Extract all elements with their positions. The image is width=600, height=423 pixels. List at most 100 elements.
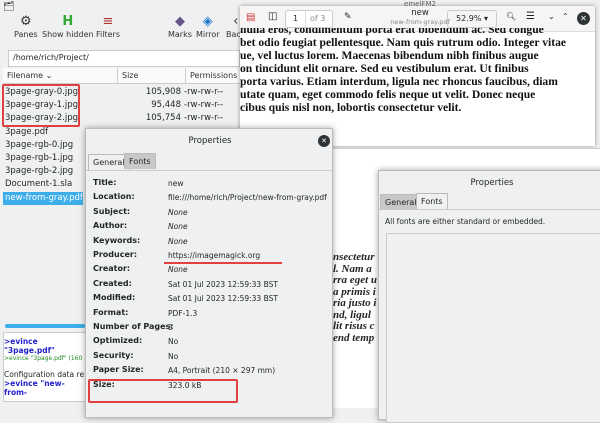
- progress-bar: [5, 324, 85, 328]
- file-name: 3page-rgb-0.jpg: [5, 139, 74, 150]
- property-value: 3: [168, 323, 173, 332]
- dialog-title: Properties: [188, 136, 232, 146]
- mirror-button[interactable]: ◈ Mirror: [196, 14, 220, 39]
- property-label: Created:: [93, 278, 132, 288]
- text-line: nulla eros, condimentum porta erat biben…: [240, 28, 544, 36]
- property-value: A4, Portrait (210 × 297 mm): [168, 366, 276, 376]
- property-value: Sat 01 Jul 2023 12:59:33 BST: [168, 279, 278, 289]
- column-size[interactable]: Size: [117, 68, 185, 84]
- panes-icon: ⚙: [19, 14, 32, 29]
- property-value: None: [168, 222, 188, 232]
- file-name: new-from-gray.pdf: [5, 192, 83, 203]
- file-size: 105,754: [145, 113, 181, 124]
- text-line: on tincidunt elit ornare. Sed eu vestibu…: [240, 62, 529, 75]
- file-size: 105,908: [145, 87, 181, 97]
- text-line: lit risus c: [333, 320, 375, 332]
- property-label: Number of Pages:: [93, 322, 174, 331]
- sidebar-toggle-icon[interactable]: ◫: [268, 11, 277, 22]
- text-line: ria justo i: [333, 297, 377, 309]
- marks-icon: ◆: [174, 14, 185, 29]
- property-label: Author:: [93, 221, 128, 231]
- file-row[interactable]: Document-1.sla: [3, 178, 83, 192]
- document-page-text: nulla eros, condimentum porta erat biben…: [240, 28, 595, 114]
- maximize-icon[interactable]: ⌃: [562, 12, 569, 21]
- property-value: None: [168, 236, 188, 246]
- file-size: 95,448: [151, 100, 181, 111]
- property-value: file:///home/rich/Project/new-from-gray.…: [168, 193, 327, 203]
- text-line: bet odio feugiat pellentesque. Nam quis …: [240, 36, 567, 49]
- file-row[interactable]: 3page-rgb-2.jpg: [3, 165, 83, 178]
- document-icon[interactable]: ▤: [246, 12, 255, 23]
- property-label: Paper Size:: [93, 365, 144, 375]
- text-line: ue, vel luctus lorem. Maecenas bibendum …: [240, 49, 539, 62]
- property-value: None: [168, 265, 188, 275]
- annotation-underline: [164, 262, 282, 264]
- close-icon[interactable]: ✕: [577, 12, 590, 25]
- text-line: nsectetur: [333, 251, 375, 263]
- filters-icon: ≡: [102, 14, 114, 29]
- property-value: new: [168, 179, 184, 188]
- column-permissions[interactable]: Permissions: [185, 68, 245, 84]
- file-permissions: -rw-rw-r--: [184, 113, 224, 124]
- file-name: 3page-rgb-2.jpg: [5, 166, 74, 177]
- close-icon[interactable]: ✕: [318, 135, 330, 147]
- property-label: Keywords:: [93, 235, 141, 245]
- mirror-icon: ◈: [202, 14, 213, 29]
- path-input[interactable]: /home/rich/Project/: [8, 50, 240, 67]
- file-permissions: -rw-rw-r--: [184, 87, 224, 97]
- property-value: https://imagemagick.org: [168, 251, 261, 260]
- file-row[interactable]: 3page-rgb-1.jpg: [3, 152, 83, 165]
- file-row[interactable]: 3page.pdf: [3, 125, 83, 139]
- document-viewer-window: ▤ ◫ 1 of 3 ✎ new new-from-gray.pdf 52.9% ▾…: [240, 6, 595, 146]
- panes-button[interactable]: ⚙ Panes: [14, 14, 38, 39]
- tab-fonts[interactable]: Fonts: [124, 153, 156, 169]
- file-name: Document-1.sla: [5, 179, 73, 190]
- app-icon: 🗂: [3, 2, 15, 12]
- file-row[interactable]: new-from-gray.pdf: [3, 191, 83, 205]
- text-line: cibus quis nisl non, lobortis consectetu…: [240, 101, 462, 114]
- page-selector[interactable]: 1 of 3: [285, 10, 333, 28]
- filters-button[interactable]: ≡ Filters: [96, 14, 120, 39]
- show-hidden-icon: H: [62, 14, 74, 29]
- fonts-list[interactable]: [386, 233, 600, 423]
- property-label: Producer:: [93, 250, 138, 259]
- file-row[interactable]: 3page-rgb-0.jpg: [3, 139, 83, 152]
- file-name: 3page.pdf: [5, 126, 49, 137]
- chevron-down-icon: ⌄: [45, 71, 53, 80]
- show-hidden-button[interactable]: H Show hidden: [42, 14, 94, 39]
- zoom-select[interactable]: 52.9% ▾: [447, 10, 497, 28]
- text-line: utate quam, eget commodo felis neque ut …: [240, 88, 536, 101]
- tab-fonts[interactable]: Fonts: [416, 193, 448, 209]
- property-label: Creator:: [93, 264, 131, 274]
- property-value: Sat 01 Jul 2023 12:59:33 BST: [168, 294, 278, 304]
- property-value: No: [168, 351, 179, 361]
- console-output: >evince "3page.pdf" >evince "3page.pdf" …: [3, 332, 87, 402]
- property-label: Security:: [93, 350, 134, 360]
- minimize-icon[interactable]: ⌄: [548, 12, 555, 21]
- property-label: Modified:: [93, 293, 136, 303]
- property-label: Format:: [93, 307, 129, 317]
- property-label: Title:: [93, 178, 117, 187]
- property-label: Subject:: [93, 206, 131, 216]
- fonts-message: All fonts are either standard or embedde…: [385, 217, 546, 226]
- column-filename[interactable]: Filename ⌄: [3, 68, 117, 84]
- property-value: No: [168, 337, 179, 347]
- fonts-properties-dialog: Properties General Fonts All fonts are e…: [378, 170, 600, 423]
- annotation-box-size: [88, 379, 238, 403]
- file-name: 3page-rgb-1.jpg: [5, 153, 74, 163]
- annotate-pencil-icon[interactable]: ✎: [344, 12, 352, 22]
- property-label: Optimized:: [93, 336, 143, 346]
- text-line: porta varius. Etiam interdum, ligula nec…: [240, 75, 558, 88]
- marks-button[interactable]: ◆ Marks: [168, 14, 192, 39]
- annotation-box-files: [2, 84, 80, 127]
- back-icon: ‹: [233, 14, 239, 29]
- file-permissions: -rw-rw-r--: [184, 100, 224, 111]
- text-line: rra eget u: [333, 274, 377, 286]
- search-icon[interactable]: 🔍︎: [506, 12, 516, 21]
- property-value: None: [168, 207, 188, 217]
- property-value: PDF-1.3: [168, 308, 198, 318]
- menu-icon[interactable]: ☰: [526, 11, 535, 22]
- properties-dialog: Properties ✕ General Fonts Title: new Loca…: [85, 128, 334, 418]
- text-line: end temp: [333, 331, 375, 344]
- property-label: Location:: [93, 192, 135, 202]
